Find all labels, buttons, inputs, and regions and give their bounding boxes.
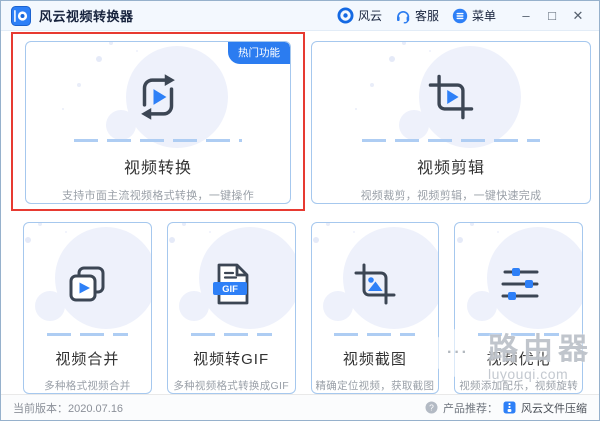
crop-image-icon bbox=[354, 263, 396, 305]
window-controls: – □ ✕ bbox=[515, 5, 589, 27]
app-title: 风云视频转换器 bbox=[39, 9, 134, 24]
menu-button[interactable]: 菜单 bbox=[452, 7, 496, 24]
menu-label: 菜单 bbox=[471, 9, 496, 23]
stacked-videos-icon bbox=[69, 266, 105, 302]
icon-zone bbox=[312, 46, 590, 148]
card-title: 视频转GIF bbox=[193, 351, 270, 368]
dash-divider bbox=[478, 333, 560, 336]
target-circle-icon bbox=[337, 7, 354, 24]
card-video-optimize[interactable]: 视频优化 视频添加配乐，视频旋转 bbox=[454, 222, 583, 394]
compress-file-icon bbox=[503, 401, 516, 414]
statusbar-right: ? 产品推荐： 风云文件压缩 bbox=[425, 400, 587, 416]
icon-zone bbox=[312, 227, 439, 331]
support-label: 客服 bbox=[414, 9, 439, 23]
top-card-row: 热门功能 视频转换 支持市面主流视频格式转换，一键操作 视频剪辑 视频裁剪，视频… bbox=[25, 41, 591, 204]
titlebar-right: 风云 客服 菜单 – □ ✕ bbox=[337, 5, 589, 27]
dash-divider bbox=[46, 333, 128, 336]
card-title: 视频合并 bbox=[55, 351, 120, 368]
card-title: 视频截图 bbox=[342, 351, 407, 368]
app-window: 风云视频转换器 风云 客服 菜单 – □ ✕ 热门功能 视频转换 支持市面主流视… bbox=[0, 0, 600, 421]
icon-zone bbox=[455, 227, 583, 331]
card-subtitle: 精确定位视频，获取截图 bbox=[315, 380, 435, 392]
crop-play-icon bbox=[428, 74, 474, 119]
dash-divider bbox=[334, 333, 416, 336]
icon-zone bbox=[26, 46, 290, 148]
brand-label: 风云 bbox=[357, 9, 382, 23]
close-button[interactable]: ✕ bbox=[567, 5, 589, 27]
card-subtitle: 视频裁剪，视频剪辑，一键快速完成 bbox=[360, 190, 542, 202]
gif-document-icon: GIF bbox=[213, 263, 249, 305]
app-logo-icon bbox=[11, 5, 31, 26]
card-title: 视频剪辑 bbox=[416, 160, 485, 177]
card-video-screenshot[interactable]: 视频截图 精确定位视频，获取截图 bbox=[310, 222, 440, 394]
statusbar: 当前版本：2020.07.16 ? 产品推荐： 风云文件压缩 bbox=[1, 394, 599, 420]
support-button[interactable]: 客服 bbox=[395, 7, 439, 24]
question-circle-icon: ? bbox=[425, 401, 438, 414]
card-subtitle: 视频添加配乐，视频旋转 bbox=[459, 380, 579, 392]
card-subtitle: 支持市面主流视频格式转换，一键操作 bbox=[61, 190, 255, 202]
icon-zone: GIF bbox=[168, 227, 295, 331]
titlebar-left: 风云视频转换器 bbox=[11, 5, 134, 26]
sliders-icon bbox=[501, 268, 539, 301]
svg-text:?: ? bbox=[429, 402, 434, 412]
card-video-to-gif[interactable]: GIF 视频转GIF 多种视频格式转换成GIF bbox=[166, 222, 296, 394]
dash-divider bbox=[190, 333, 272, 336]
headset-icon bbox=[396, 10, 410, 23]
hot-feature-badge: 热门功能 bbox=[228, 42, 290, 64]
version-label: 当前版本：2020.07.16 bbox=[13, 402, 124, 415]
card-subtitle: 多种视频格式转换成GIF bbox=[173, 380, 289, 392]
card-title: 视频转换 bbox=[123, 160, 192, 177]
brand-button[interactable]: 风云 bbox=[337, 7, 382, 24]
card-subtitle: 多种格式视频合并 bbox=[44, 380, 131, 392]
titlebar: 风云视频转换器 风云 客服 菜单 – □ ✕ bbox=[1, 1, 599, 31]
icon-zone bbox=[24, 227, 151, 331]
card-title: 视频优化 bbox=[486, 351, 551, 368]
main-area: 热门功能 视频转换 支持市面主流视频格式转换，一键操作 视频剪辑 视频裁剪，视频… bbox=[1, 31, 599, 394]
dash-divider bbox=[73, 139, 243, 142]
promo-label: 产品推荐： bbox=[443, 402, 498, 415]
circle-hamburger-icon bbox=[452, 8, 468, 23]
maximize-button[interactable]: □ bbox=[541, 5, 563, 27]
card-video-convert[interactable]: 热门功能 视频转换 支持市面主流视频格式转换，一键操作 bbox=[25, 41, 291, 204]
minimize-button[interactable]: – bbox=[515, 5, 537, 27]
dash-divider bbox=[362, 139, 540, 142]
promo-product-link[interactable]: 风云文件压缩 bbox=[521, 400, 587, 416]
card-video-merge[interactable]: 视频合并 多种格式视频合并 bbox=[23, 222, 152, 394]
bottom-card-row: 视频合并 多种格式视频合并 GIF 视频转GIF 多种视频格式转换成GIF 视频… bbox=[23, 222, 583, 394]
card-video-edit[interactable]: 视频剪辑 视频裁剪，视频剪辑，一键快速完成 bbox=[311, 41, 591, 204]
gif-icon-label: GIF bbox=[222, 284, 238, 295]
loop-arrows-play-icon bbox=[141, 73, 175, 120]
